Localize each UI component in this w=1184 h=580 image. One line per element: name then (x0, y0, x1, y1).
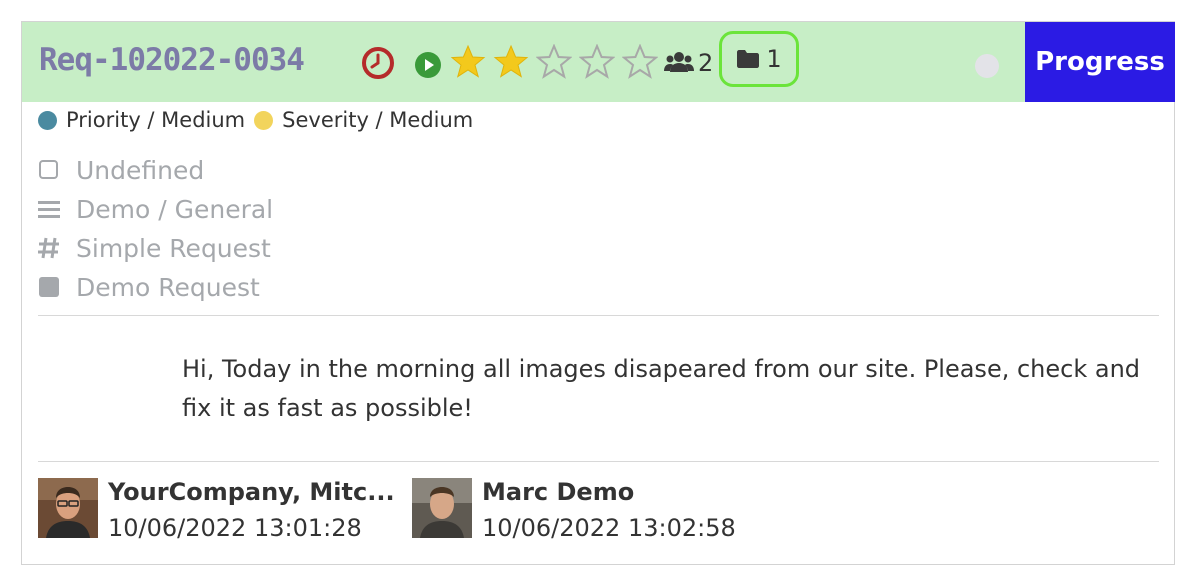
tags-row: Priority / Medium Severity / Medium (38, 107, 482, 133)
followers-counter[interactable]: 2 (664, 49, 713, 77)
deadline-value: Undefined (76, 155, 205, 185)
bars-icon (38, 201, 60, 218)
folder-icon (737, 50, 760, 68)
documents-count: 1 (766, 45, 782, 73)
checkbox-icon (39, 160, 58, 179)
priority-tag[interactable]: Priority / Medium (38, 108, 245, 132)
clock-icon[interactable] (361, 46, 395, 80)
star-filled-icon[interactable] (450, 44, 486, 80)
category-row: Demo / General (38, 194, 273, 224)
kind-value: Demo Request (76, 272, 260, 302)
play-icon[interactable] (414, 51, 442, 79)
kind-row: Demo Request (38, 272, 260, 302)
hash-icon (38, 237, 59, 259)
star-empty-icon[interactable] (536, 44, 572, 80)
avatar (412, 478, 472, 538)
category-value: Demo / General (76, 194, 274, 224)
documents-button[interactable]: 1 (719, 31, 799, 87)
author-updated: Marc Demo 10/06/2022 13:02:58 (412, 478, 772, 542)
star-empty-icon[interactable] (622, 44, 658, 80)
author-date: 10/06/2022 13:01:28 (108, 514, 362, 542)
request-card[interactable]: Req-102022-0034 2 1 Progress Priority / … (21, 21, 1175, 565)
stage-button[interactable]: Progress (1025, 22, 1175, 102)
followers-count: 2 (698, 49, 714, 77)
square-icon (39, 277, 59, 297)
type-value: Simple Request (76, 233, 271, 263)
star-filled-icon[interactable] (493, 44, 529, 80)
author-created: YourCompany, Mitc... 10/06/2022 13:01:28 (38, 478, 398, 542)
avatar (38, 478, 98, 538)
author-name: YourCompany, Mitc... (108, 478, 395, 506)
severity-tag[interactable]: Severity / Medium (254, 108, 473, 132)
star-empty-icon[interactable] (579, 44, 615, 80)
author-name: Marc Demo (482, 478, 635, 506)
request-description: Hi, Today in the morning all images disa… (182, 355, 1141, 422)
request-name[interactable]: Req-102022-0034 (39, 42, 305, 78)
type-row: Simple Request (38, 233, 271, 263)
severity-label: Severity / Medium (282, 108, 474, 132)
kanban-state-indicator[interactable] (975, 54, 999, 78)
severity-color-dot (254, 110, 274, 130)
divider (38, 461, 1159, 462)
deadline-row: Undefined (38, 155, 204, 185)
card-header: Req-102022-0034 2 1 Progress (22, 22, 1175, 102)
users-icon (664, 52, 694, 72)
divider (38, 315, 1159, 316)
author-date: 10/06/2022 13:02:58 (482, 514, 736, 542)
priority-color-dot (38, 110, 57, 130)
priority-label: Priority / Medium (66, 108, 246, 132)
